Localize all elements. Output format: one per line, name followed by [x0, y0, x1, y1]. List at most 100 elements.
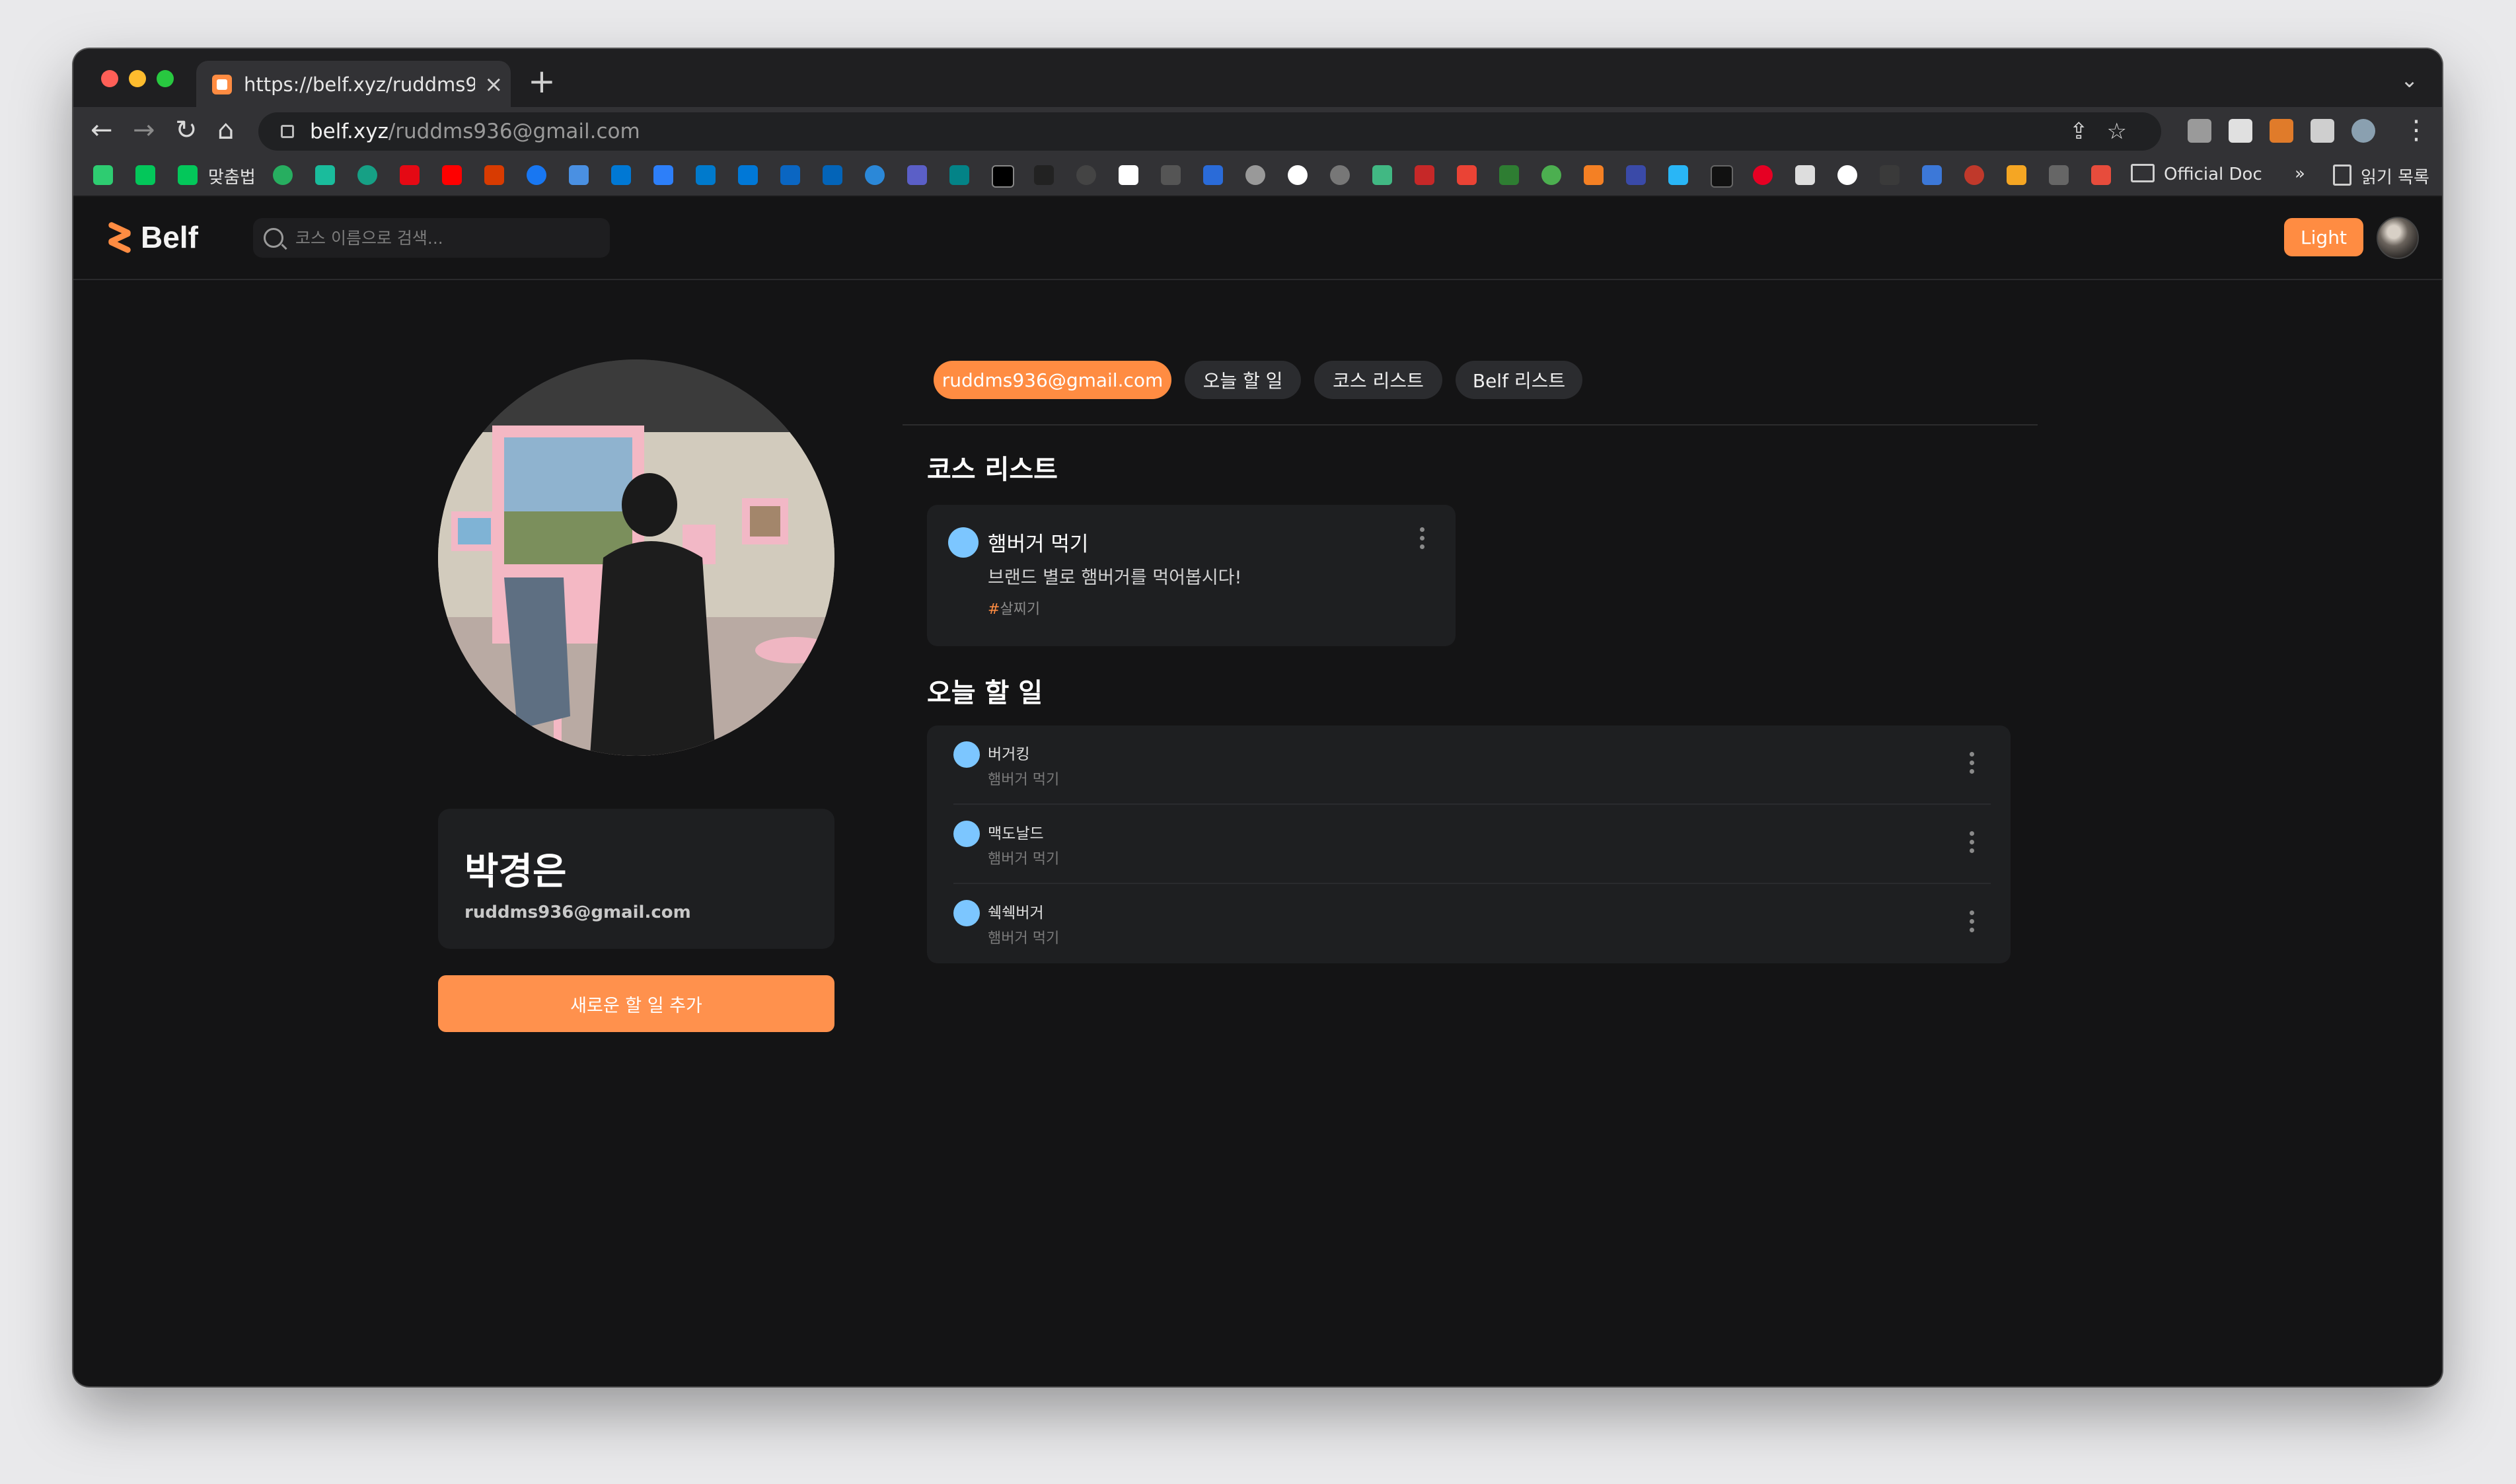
azure-bookmark-icon[interactable]: [738, 165, 758, 185]
vue-bookmark-icon[interactable]: [1372, 165, 1392, 185]
vscode-bookmark-icon[interactable]: [696, 165, 716, 185]
puzzle-extensions-icon[interactable]: [2311, 119, 2334, 143]
url-path: /ruddms936@gmail.com: [388, 120, 640, 143]
tab-belf-list[interactable]: Belf 리스트: [1456, 361, 1582, 399]
forward-arrow-icon[interactable]: →: [133, 115, 155, 145]
close-tab-icon[interactable]: ×: [484, 71, 503, 98]
netflix-bookmark-icon[interactable]: [400, 165, 420, 185]
profile-name: 박경은: [464, 850, 567, 893]
todo-item[interactable]: 쉑쉑버거 햄버거 먹기: [927, 884, 2011, 963]
bookmark-icon-b[interactable]: [780, 165, 800, 185]
new-tab-button[interactable]: +: [528, 62, 556, 100]
course-tag[interactable]: #살찌기: [988, 597, 1040, 618]
address-bar[interactable]: belf.xyz /ruddms936@gmail.com ⇪☆: [258, 112, 2161, 151]
profile-photo: [438, 359, 834, 756]
notion-extension-icon[interactable]: [2229, 119, 2252, 143]
extension-icon-1[interactable]: [2188, 119, 2211, 143]
close-window-button[interactable]: [101, 70, 118, 87]
course-list-title: 코스 리스트: [927, 455, 1058, 485]
home-icon[interactable]: ⌂: [217, 115, 234, 145]
bookmark-icon-o[interactable]: [1880, 165, 1900, 185]
bookmark-icon-m[interactable]: [1711, 165, 1733, 188]
gmail-bookmark-icon[interactable]: [1457, 165, 1477, 185]
theme-toggle-button[interactable]: Light: [2284, 218, 2363, 256]
bookmark-icon-5[interactable]: [315, 165, 335, 185]
todo-item[interactable]: 버거킹 햄버거 먹기: [927, 725, 2011, 805]
todo-more-icon[interactable]: [1970, 752, 1975, 778]
bookmark-icon-j[interactable]: [1541, 165, 1561, 185]
tab-profile[interactable]: ruddms936@gmail.com: [934, 361, 1171, 399]
bookmark-icon-f[interactable]: [1119, 165, 1138, 185]
cs-bookmark-icon[interactable]: [1499, 165, 1519, 185]
back-arrow-icon[interactable]: ←: [91, 115, 113, 145]
todo-more-icon[interactable]: [1970, 910, 1975, 936]
youtube-bookmark-icon[interactable]: [442, 165, 462, 185]
stackoverflow-bookmark-icon[interactable]: [1584, 165, 1604, 185]
globe-bookmark-icon[interactable]: [865, 165, 885, 185]
tab-today[interactable]: 오늘 할 일: [1185, 361, 1301, 399]
apple-bookmark-icon[interactable]: [1245, 165, 1265, 185]
todo-title: 쉑쉑버거: [988, 905, 1044, 922]
bookmark-icon-p[interactable]: [1922, 165, 1942, 185]
todo-more-icon[interactable]: [1970, 831, 1975, 857]
mail-bookmark-icon[interactable]: [1034, 165, 1054, 185]
profile-avatar-icon[interactable]: [2351, 119, 2375, 143]
tab-search-icon[interactable]: ⌄: [2400, 67, 2418, 93]
tab-course-list[interactable]: 코스 리스트: [1314, 361, 1442, 399]
folder-icon: [2131, 164, 2155, 182]
bookmarks-overflow-icon[interactable]: »: [2295, 164, 2305, 184]
bookmark-icon-q[interactable]: [1964, 165, 1984, 185]
bookmark-icon-1[interactable]: [93, 165, 113, 185]
add-todo-button[interactable]: 새로운 할 일 추가: [438, 975, 834, 1032]
course-card[interactable]: 햄버거 먹기 브랜드 별로 햄버거를 먹어봅시다! #살찌기: [927, 505, 1456, 646]
profile-card: 박경은 ruddms936@gmail.com: [438, 809, 834, 949]
bookmark-icon-g[interactable]: [1203, 165, 1223, 185]
bookmark-icon-i[interactable]: [1415, 165, 1434, 185]
translate-bookmark-icon[interactable]: [569, 165, 589, 185]
medium-bookmark-icon[interactable]: [992, 165, 1014, 188]
user-avatar[interactable]: [2377, 217, 2419, 259]
bookmark-spelling[interactable]: 맞춤법: [208, 164, 256, 188]
reload-icon[interactable]: ↻: [175, 115, 198, 145]
bookmark-icon-n[interactable]: [1795, 165, 1815, 185]
github-bookmark-icon[interactable]: [1288, 165, 1308, 185]
bookmark-icon-k[interactable]: [1626, 165, 1646, 185]
reading-list[interactable]: 읽기 목록: [2333, 164, 2429, 188]
outlook-bookmark-icon[interactable]: [611, 165, 631, 185]
todo-course: 햄버거 먹기: [988, 851, 1060, 868]
facebook-bookmark-icon[interactable]: [527, 165, 546, 185]
naver-bookmark-icon-2[interactable]: [178, 165, 198, 185]
todo-item[interactable]: 맥도날드 햄버거 먹기: [927, 805, 2011, 884]
minimize-window-button[interactable]: [129, 70, 146, 87]
teams-bookmark-icon[interactable]: [907, 165, 927, 185]
office-bookmark-icon[interactable]: [484, 165, 504, 185]
course-more-icon[interactable]: [1420, 527, 1425, 553]
maximize-window-button[interactable]: [157, 70, 174, 87]
onedrive-bookmark-icon[interactable]: [823, 165, 842, 185]
tag-hash: #: [988, 601, 1000, 618]
browser-tab[interactable]: https://belf.xyz/ruddms936@gmail.com ×: [196, 61, 511, 108]
extension-icon-3[interactable]: [2270, 119, 2293, 143]
bookmark-icon-4[interactable]: [273, 165, 293, 185]
check-bookmark-icon[interactable]: [1076, 165, 1096, 185]
bookmark-icon-l[interactable]: [1668, 165, 1688, 185]
course-title: 햄버거 먹기: [988, 533, 1089, 556]
naver-bookmark-icon[interactable]: [135, 165, 155, 185]
bookmark-icon-a[interactable]: [653, 165, 673, 185]
more-menu-icon[interactable]: ⋮: [2403, 115, 2429, 145]
bookmark-folder-official-doc[interactable]: Official Doc: [2131, 164, 2262, 184]
search-input[interactable]: [294, 227, 587, 248]
google-bookmark-icon[interactable]: [1837, 165, 1857, 185]
bookmark-icon-s[interactable]: [2049, 165, 2069, 185]
address-bar-actions[interactable]: ⇪☆: [2069, 118, 2145, 145]
course-search[interactable]: [253, 218, 610, 258]
bookmark-icon-6[interactable]: [357, 165, 377, 185]
sharepoint-bookmark-icon[interactable]: [949, 165, 969, 185]
pinterest-bookmark-icon[interactable]: [1753, 165, 1773, 185]
bookmark-icon-r[interactable]: [2007, 165, 2026, 185]
bookmark-icon-t[interactable]: [2091, 165, 2111, 185]
cube-bookmark-icon[interactable]: [1161, 165, 1181, 185]
todo-color-dot: [953, 741, 980, 768]
brand-logo[interactable]: Belf: [107, 219, 198, 255]
bookmark-icon-h[interactable]: [1330, 165, 1350, 185]
